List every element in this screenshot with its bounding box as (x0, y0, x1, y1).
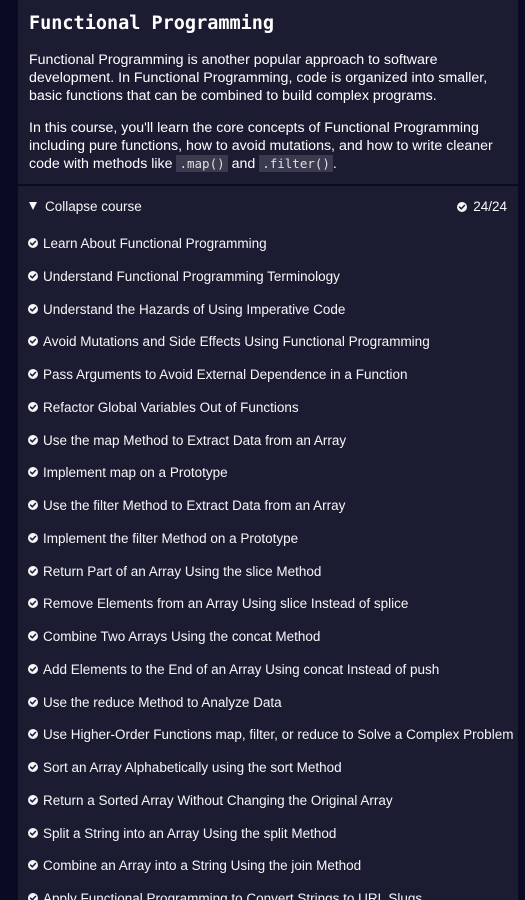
description-text: and (227, 156, 260, 172)
challenge-title: Learn About Functional Programming (43, 236, 267, 251)
check-circle-icon (28, 565, 38, 576)
challenge-title: Combine an Array into a String Using the… (43, 858, 362, 874)
course-panel: Functional Programming Functional Progra… (18, 0, 518, 900)
challenge-item[interactable]: Refactor Global Variables Out of Functio… (18, 392, 518, 425)
check-circle-icon (28, 663, 38, 674)
check-circle-icon (28, 434, 38, 445)
check-circle-icon (28, 336, 38, 347)
challenge-title: Implement the filter Method on a Prototy… (43, 530, 299, 546)
challenge-item[interactable]: Use Higher-Order Functions map, filter, … (18, 719, 518, 752)
challenge-item[interactable]: Use the map Method to Extract Data from … (18, 425, 518, 458)
check-circle-icon (28, 762, 38, 772)
challenge-item[interactable]: Return Part of an Array Using the slice … (18, 556, 518, 589)
challenge-item[interactable]: Pass Arguments to Avoid External Depende… (18, 359, 518, 392)
challenge-list: Learn About Functional Programming Unders… (18, 228, 518, 900)
check-circle-icon (28, 369, 38, 379)
check-circle-icon (28, 467, 38, 478)
challenge-title: Avoid Mutations and Side Effects Using F… (43, 334, 430, 350)
check-circle-icon (457, 202, 468, 212)
challenge-title: Refactor Global Variables Out of Functio… (43, 399, 299, 415)
progress-count: 24/24 (473, 199, 507, 214)
challenge-item[interactable]: Sort an Array Alphabetically using the s… (18, 752, 518, 785)
check-circle-icon (28, 893, 38, 900)
challenge-title: Use the reduce Method to Analyze Data (43, 694, 282, 710)
challenge-title: Implement map on a Prototype (43, 465, 228, 481)
challenge-item[interactable]: Apply Functional Programming to Convert … (18, 883, 518, 900)
course-description-details: In this course, you'll learn the core co… (29, 119, 499, 173)
challenge-item[interactable]: Combine Two Arrays Using the concat Meth… (18, 621, 518, 654)
caret-down-icon (29, 202, 37, 210)
challenge-title: Understand the Hazards of Using Imperati… (43, 301, 346, 317)
check-circle-icon (28, 270, 38, 281)
challenge-item[interactable]: Combine an Array into a String Using the… (18, 850, 518, 883)
challenge-item[interactable]: Use the filter Method to Extract Data fr… (18, 490, 518, 523)
check-circle-icon (28, 532, 38, 543)
challenge-title: Use the filter Method to Extract Data fr… (43, 498, 346, 513)
challenge-title: Combine Two Arrays Using the concat Meth… (43, 629, 321, 644)
challenge-item[interactable]: Implement map on a Prototype (18, 457, 518, 490)
challenge-title: Add Elements to the End of an Array Usin… (43, 661, 440, 677)
challenge-item[interactable]: Understand the Hazards of Using Imperati… (18, 294, 518, 327)
challenge-title: Split a String into an Array Using the s… (43, 825, 337, 841)
check-circle-icon (28, 729, 38, 740)
check-circle-icon (28, 827, 38, 838)
check-circle-icon (28, 303, 38, 314)
collapse-course-label: Collapse course (45, 199, 142, 214)
check-circle-icon (28, 696, 38, 707)
check-circle-icon (28, 238, 38, 248)
course-description-intro: Functional Programming is another popula… (29, 52, 488, 104)
collapse-course-button[interactable]: Collapse course 24/24 (18, 186, 518, 228)
check-circle-icon (28, 500, 38, 510)
check-circle-icon (28, 598, 38, 609)
code-filter: .filter() (259, 155, 333, 172)
challenge-title: Pass Arguments to Avoid External Depende… (43, 367, 408, 382)
challenge-item[interactable]: Avoid Mutations and Side Effects Using F… (18, 326, 518, 359)
challenge-title: Use Higher-Order Functions map, filter, … (43, 727, 514, 743)
course-title: Functional Programming (29, 13, 275, 34)
course-progress: 24/24 (457, 199, 507, 214)
check-circle-icon (28, 794, 38, 805)
page-gutter-left (0, 0, 18, 900)
check-circle-icon (28, 860, 38, 871)
challenge-title: Understand Functional Programming Termin… (43, 268, 340, 284)
challenge-item[interactable]: Understand Functional Programming Termin… (18, 261, 518, 294)
challenge-item[interactable]: Return a Sorted Array Without Changing t… (18, 785, 518, 818)
challenge-item[interactable]: Remove Elements from an Array Using slic… (18, 588, 518, 621)
challenge-item[interactable]: Learn About Functional Programming (18, 228, 518, 261)
code-map: .map() (176, 155, 228, 172)
challenge-title: Return Part of an Array Using the slice … (43, 563, 322, 579)
check-circle-icon (28, 401, 38, 412)
check-circle-icon (28, 631, 38, 641)
challenge-title: Sort an Array Alphabetically using the s… (43, 760, 342, 775)
challenge-item[interactable]: Add Elements to the End of an Array Usin… (18, 654, 518, 687)
description-text: . (332, 156, 337, 172)
page-gutter-right (518, 0, 525, 900)
challenge-title: Use the map Method to Extract Data from … (43, 432, 347, 448)
challenge-title: Remove Elements from an Array Using slic… (43, 596, 409, 612)
challenge-title: Apply Functional Programming to Convert … (43, 891, 423, 900)
challenge-item[interactable]: Implement the filter Method on a Prototy… (18, 523, 518, 556)
challenge-title: Return a Sorted Array Without Changing t… (43, 792, 393, 808)
challenge-item[interactable]: Use the reduce Method to Analyze Data (18, 687, 518, 720)
challenge-item[interactable]: Split a String into an Array Using the s… (18, 818, 518, 851)
